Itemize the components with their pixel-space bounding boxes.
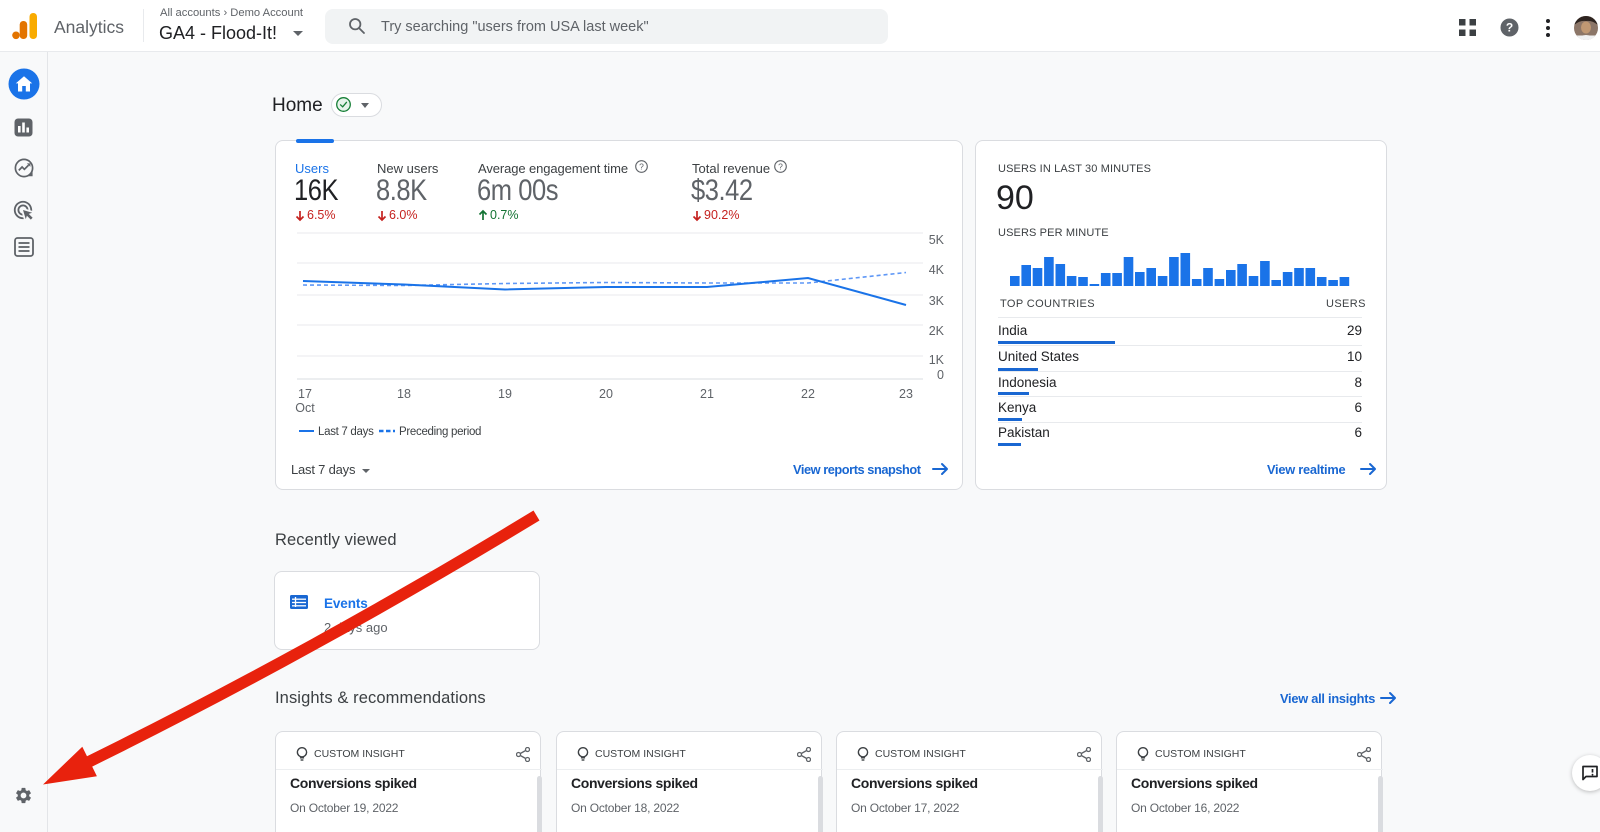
svg-text:Oct: Oct <box>295 401 315 415</box>
svg-text:21: 21 <box>700 387 714 401</box>
svg-text:5K: 5K <box>929 233 945 247</box>
svg-text:18: 18 <box>397 387 411 401</box>
svg-text:4K: 4K <box>929 263 945 277</box>
svg-text:20: 20 <box>599 387 613 401</box>
svg-text:2K: 2K <box>929 324 945 338</box>
svg-text:3K: 3K <box>929 294 945 308</box>
svg-text:17: 17 <box>298 387 312 401</box>
svg-text:Preceding period: Preceding period <box>399 426 481 438</box>
svg-text:?: ? <box>1506 21 1513 35</box>
svg-text:0: 0 <box>937 368 944 382</box>
svg-text:23: 23 <box>899 387 913 401</box>
svg-text:22: 22 <box>801 387 815 401</box>
svg-text:19: 19 <box>498 387 512 401</box>
svg-text:1K: 1K <box>929 353 945 367</box>
svg-text:Last 7 days: Last 7 days <box>318 426 374 438</box>
